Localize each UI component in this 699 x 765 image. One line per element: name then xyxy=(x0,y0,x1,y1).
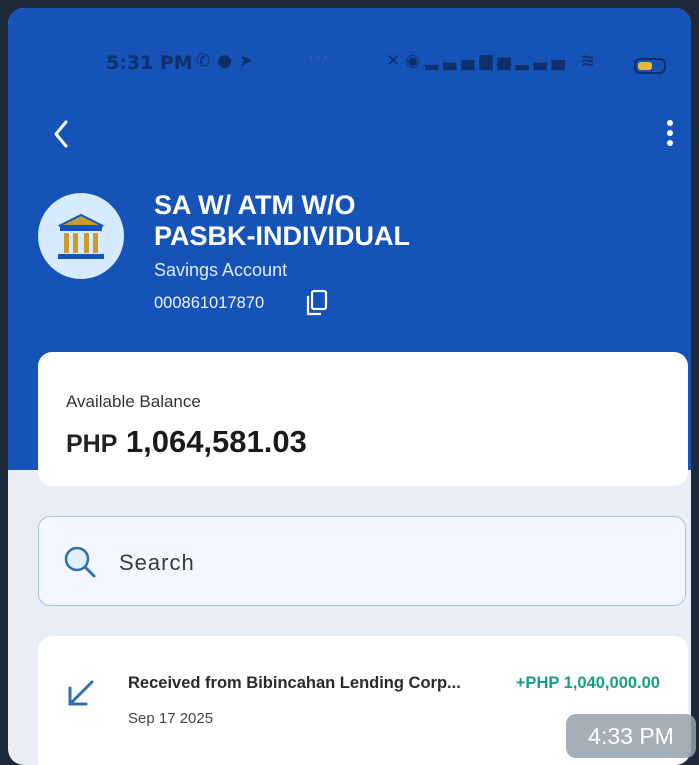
copy-icon xyxy=(306,289,328,316)
copy-account-number-button[interactable] xyxy=(304,288,330,318)
bank-avatar xyxy=(38,193,124,279)
status-time: 5:31 PM xyxy=(106,52,193,74)
chevron-left-icon xyxy=(54,120,68,148)
incoming-arrow-icon xyxy=(68,680,94,706)
more-options-button[interactable] xyxy=(658,116,682,156)
kebab-menu-icon xyxy=(667,120,673,126)
account-number: 000861017870 xyxy=(154,294,265,312)
back-button[interactable] xyxy=(44,114,80,154)
screenshot-time-overlay: 4:33 PM xyxy=(566,714,696,758)
phone-screen: 5:31 PM ✆●➤ ··· ✕◉▂▃▄▆▅▂▃▄ ≋ SA W/ ATM W… xyxy=(8,8,691,765)
balance-currency: PHP xyxy=(66,430,118,458)
account-name: SA W/ ATM W/O PASBK-INDIVIDUAL xyxy=(154,190,410,251)
search-input[interactable] xyxy=(117,544,641,582)
balance-label: Available Balance xyxy=(66,392,201,411)
transaction-amount: +PHP 1,040,000.00 xyxy=(515,674,660,692)
balance-amount: 1,064,581.03 xyxy=(125,424,307,459)
balance-card: Available Balance PHP 1,064,581.03 xyxy=(38,352,688,486)
notification-icons: ✆●➤ xyxy=(196,51,261,71)
account-type: Savings Account xyxy=(154,260,288,280)
battery-icon xyxy=(634,58,666,74)
search-bar[interactable] xyxy=(38,516,686,606)
bank-icon xyxy=(58,213,104,259)
transaction-date: Sep 17 2025 xyxy=(128,710,214,727)
more-notifications-icon: ··· xyxy=(308,50,330,66)
balance-value: PHP 1,064,581.03 xyxy=(66,424,307,460)
transaction-description: Received from Bibincahan Lending Corp... xyxy=(128,674,461,692)
search-icon xyxy=(64,546,96,578)
status-bar: 5:31 PM ✆●➤ ··· ✕◉▂▃▄▆▅▂▃▄ ≋ xyxy=(8,50,691,80)
system-status-icons: ✕◉▂▃▄▆▅▂▃▄ ≋ xyxy=(386,51,600,71)
